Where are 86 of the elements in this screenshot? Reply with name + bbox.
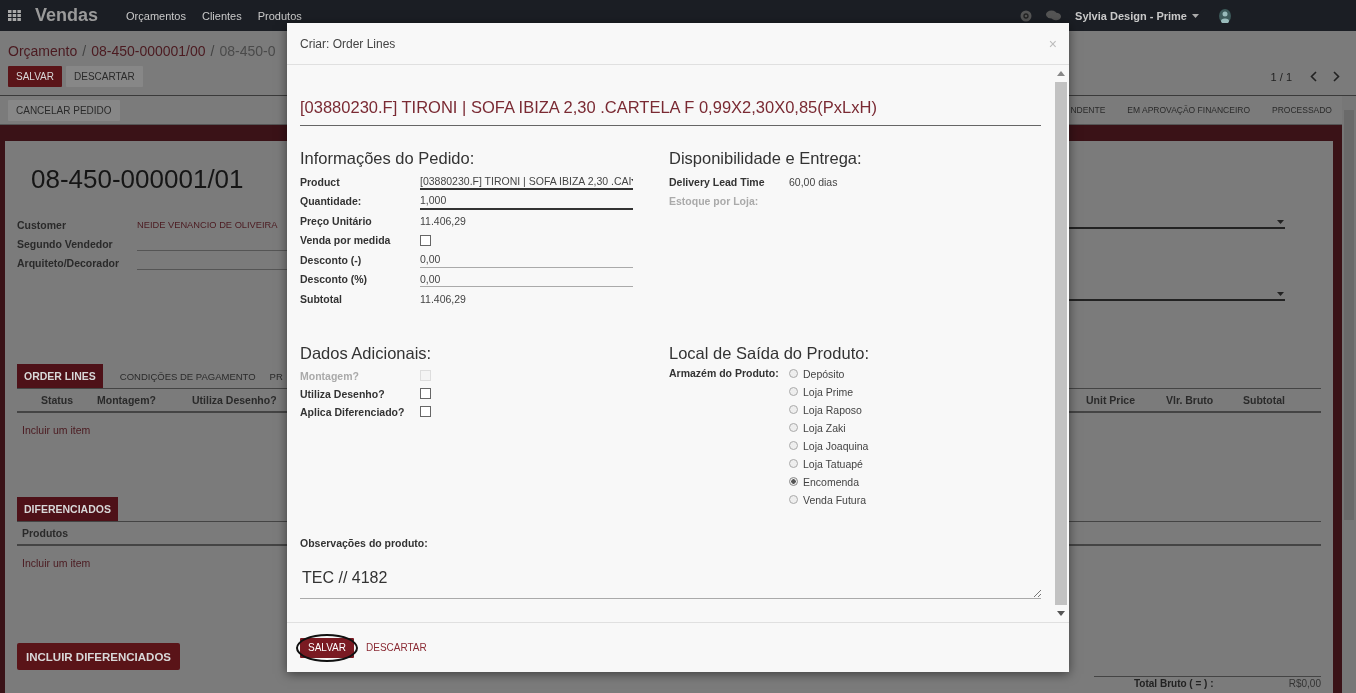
radio-label[interactable]: Loja Raposo — [803, 403, 862, 416]
total-value: R$0,00 — [1288, 678, 1321, 690]
field-label: Customer — [17, 218, 67, 231]
radio-label[interactable]: Loja Prime — [803, 385, 854, 398]
field-label: Utiliza Desenho? — [300, 387, 386, 400]
field-label: Arquiteto/Decorador — [17, 256, 121, 269]
field-label: Delivery Lead Time — [669, 175, 766, 188]
notes-textarea[interactable]: TEC // 4182 — [300, 554, 1041, 599]
field-label: Quantidade: — [300, 195, 363, 208]
menu-item[interactable]: Produtos — [257, 9, 302, 22]
radio-button[interactable] — [789, 423, 798, 432]
field-label: Desconto (%) — [300, 273, 369, 286]
save-button[interactable]: SALVAR — [300, 637, 354, 658]
user-menu[interactable]: Sylvia Design - Prime — [1075, 9, 1187, 22]
status-stage[interactable]: EM APROVAÇÃO FINANCEIRO — [1127, 105, 1250, 115]
order-number: 08-450-000001/01 — [31, 163, 244, 195]
dialog-title: Criar: Order Lines — [300, 36, 397, 51]
scroll-down-arrow-icon[interactable] — [1057, 611, 1065, 616]
status-stage[interactable]: PROCESSADO — [1272, 105, 1332, 115]
field-label: Armazém do Produto: — [669, 366, 780, 379]
field-label: Estoque por Loja: — [669, 195, 760, 208]
caret-icon — [1277, 292, 1284, 296]
status-stage[interactable]: NDENTE — [1070, 105, 1106, 115]
notebook-tab[interactable]: PR — [255, 364, 283, 388]
caret-icon — [1277, 220, 1284, 224]
scroll-up-arrow-icon[interactable] — [1057, 71, 1065, 76]
chevron-right-icon[interactable] — [1333, 71, 1340, 82]
radio-button[interactable] — [789, 477, 798, 486]
radio-label[interactable]: Venda Futura — [803, 493, 867, 506]
field-label: Observações do produto: — [300, 536, 429, 549]
radio-label[interactable]: Loja Tatuapé — [803, 457, 863, 470]
notebook-tab[interactable]: ORDER LINES — [17, 364, 103, 388]
section-heading: Disponibilidade e Entrega: — [669, 148, 863, 168]
avatar-icon[interactable] — [1219, 8, 1231, 23]
field-label: Subtotal — [300, 292, 343, 305]
radio-button[interactable] — [789, 459, 798, 468]
field-label: Segundo Vendedor — [17, 237, 114, 250]
radio-label[interactable]: Loja Joaquina — [803, 439, 869, 452]
radio-label[interactable]: Encomenda — [803, 475, 860, 488]
discard-button[interactable]: DESCARTAR — [66, 66, 143, 87]
input-field[interactable]: 0,00 — [420, 271, 633, 288]
page-scrollbar[interactable] — [1342, 96, 1356, 693]
field-label: Preço Unitário — [300, 214, 373, 227]
section-heading: Dados Adicionais: — [300, 342, 433, 363]
section-heading: Local de Saída do Produto: — [669, 342, 870, 363]
input-field[interactable]: 1,000 — [420, 192, 633, 210]
pager-counter: 1 / 1 — [1270, 70, 1292, 83]
chevron-left-icon[interactable] — [1310, 71, 1317, 82]
save-button[interactable]: SALVAR — [8, 66, 62, 87]
checkbox[interactable] — [420, 234, 431, 246]
field-label: Desconto (-) — [300, 253, 363, 266]
product-title: [03880230.F] TIRONI | SOFA IBIZA 2,30 .CARTELA F 0,99X2,30X0,85(PxLxH) — [300, 98, 1041, 126]
breadcrumb-separator: / — [82, 43, 87, 59]
field-label: Product — [300, 175, 341, 188]
menu-item[interactable]: Clientes — [201, 9, 242, 22]
at-sign-icon[interactable] — [1020, 9, 1033, 22]
field-label: Aplica Diferenciado? — [300, 405, 406, 418]
notebook-tab[interactable]: CONDIÇÕES DE PAGAMENTO — [102, 364, 256, 388]
menu-item[interactable]: Orçamentos — [126, 9, 186, 22]
product-select[interactable]: [03880230.F] TIRONI | SOFA IBIZA 2,30 .CAI — [420, 173, 633, 191]
input-field[interactable]: 0,00 — [420, 251, 633, 268]
section-heading: Informações do Pedido: — [300, 148, 476, 168]
radio-button[interactable] — [789, 495, 798, 504]
checkbox[interactable] — [420, 406, 431, 417]
radio-button[interactable] — [789, 405, 798, 414]
radio-button[interactable] — [789, 441, 798, 450]
radio-label[interactable]: Loja Zaki — [803, 421, 846, 434]
caret-icon — [1192, 13, 1199, 18]
radio-label[interactable]: Depósito — [803, 367, 845, 380]
apps-grid-icon[interactable] — [8, 10, 21, 21]
total-label: Total Bruto ( = ) : — [1134, 678, 1214, 690]
chat-icon[interactable] — [1046, 10, 1062, 21]
field-value: 11.406,29 — [420, 292, 466, 305]
field-label: Venda por medida — [300, 234, 392, 247]
resize-handle-icon[interactable] — [1033, 588, 1041, 597]
checkbox[interactable] — [420, 388, 431, 399]
radio-button[interactable] — [789, 387, 798, 396]
app-title: Vendas — [35, 5, 99, 26]
field-label: Montagem? — [300, 369, 360, 382]
radio-button[interactable] — [789, 369, 798, 378]
discard-link[interactable]: DESCARTAR — [366, 642, 427, 653]
breadcrumb-separator: / — [210, 43, 215, 59]
add-differentiated-button[interactable]: INCLUIR DIFERENCIADOS — [17, 643, 181, 670]
field-value: 11.406,29 — [420, 214, 466, 227]
cancel-order-button[interactable]: CANCELAR PEDIDO — [8, 99, 120, 121]
field-value: 60,00 dias — [789, 175, 838, 188]
